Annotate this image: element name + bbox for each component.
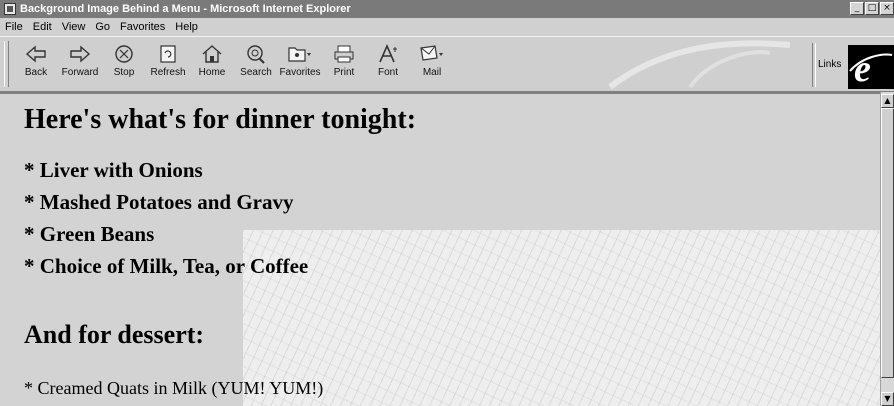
menu-list-item: * Mashed Potatoes and Gravy — [24, 190, 294, 214]
home-button[interactable]: Home — [190, 43, 234, 87]
refresh-button[interactable]: Refresh — [146, 43, 190, 87]
ie-logo-icon: e — [848, 45, 894, 89]
search-icon — [247, 45, 265, 64]
font-label: Font — [377, 67, 398, 78]
stop-button[interactable]: Stop — [102, 43, 146, 87]
mail-button[interactable]: Mail — [410, 43, 454, 87]
back-arrow-icon — [25, 45, 46, 63]
search-label: Search — [240, 67, 272, 78]
back-button[interactable]: Back — [14, 43, 58, 87]
minimize-button[interactable]: _ — [850, 2, 864, 15]
dessert-heading: And for dessert: — [24, 320, 205, 349]
menu-bar: File Edit View Go Favorites Help — [0, 18, 894, 36]
menu-view[interactable]: View — [57, 21, 91, 33]
search-button[interactable]: Search — [234, 43, 278, 87]
toolbar: Back Forward Stop Refresh Home Search Fa… — [0, 36, 894, 92]
stop-icon — [115, 45, 133, 63]
favorites-icon — [288, 47, 311, 62]
page-content: Here's what's for dinner tonight: * Live… — [0, 92, 880, 406]
home-label: Home — [198, 67, 226, 78]
menu-list-item: * Choice of Milk, Tea, or Coffee — [24, 254, 309, 278]
app-icon[interactable] — [4, 3, 16, 15]
maximize-button[interactable]: □ — [865, 2, 879, 15]
menu-list-item: * Green Beans — [24, 222, 155, 246]
forward-arrow-icon — [70, 45, 91, 63]
forward-label: Forward — [61, 67, 99, 78]
print-label: Print — [333, 67, 355, 78]
refresh-icon — [160, 45, 176, 63]
scroll-up-button[interactable]: ▲ — [881, 94, 894, 108]
vertical-scrollbar[interactable]: ▲ ▼ — [880, 92, 894, 406]
menu-go[interactable]: Go — [90, 21, 115, 33]
menu-file[interactable]: File — [0, 21, 28, 33]
title-bar: Background Image Behind a Menu - Microso… — [0, 0, 894, 18]
print-button[interactable]: Print — [322, 43, 366, 87]
links-separator — [812, 43, 816, 87]
close-button[interactable]: × — [880, 2, 894, 15]
mail-label: Mail — [422, 67, 442, 78]
home-icon — [202, 45, 222, 63]
favorites-label: Favorites — [279, 67, 321, 78]
menu-edit[interactable]: Edit — [28, 21, 57, 33]
window-title: Background Image Behind a Menu - Microso… — [20, 3, 351, 15]
menu-favorites[interactable]: Favorites — [115, 21, 170, 33]
mail-icon — [420, 45, 443, 61]
toolbar-swoosh-decoration — [608, 40, 791, 89]
font-button[interactable]: Font — [366, 43, 410, 87]
refresh-label: Refresh — [150, 67, 186, 78]
window-controls: _ □ × — [849, 2, 894, 15]
links-button[interactable]: Links — [818, 59, 841, 70]
favorites-button[interactable]: Favorites — [278, 43, 322, 87]
stop-label: Stop — [113, 67, 135, 78]
scroll-down-button[interactable]: ▼ — [881, 392, 894, 406]
forward-button[interactable]: Forward — [58, 43, 102, 87]
print-icon — [334, 45, 354, 63]
menu-help[interactable]: Help — [170, 21, 203, 33]
dessert-item: * Creamed Quats in Milk (YUM! YUM!) — [24, 378, 324, 398]
dinner-menu-list: * Liver with Onions * Mashed Potatoes an… — [24, 154, 308, 282]
font-icon — [379, 44, 397, 63]
svg-text:e: e — [854, 48, 871, 89]
toolbar-grip[interactable] — [4, 41, 9, 87]
dinner-heading: Here's what's for dinner tonight: — [24, 104, 417, 135]
menu-list-item: * Liver with Onions — [24, 158, 203, 182]
back-label: Back — [24, 67, 48, 78]
document: Here's what's for dinner tonight: * Live… — [0, 94, 880, 406]
scroll-thumb[interactable] — [881, 108, 894, 378]
browser-window: Background Image Behind a Menu - Microso… — [0, 0, 894, 406]
